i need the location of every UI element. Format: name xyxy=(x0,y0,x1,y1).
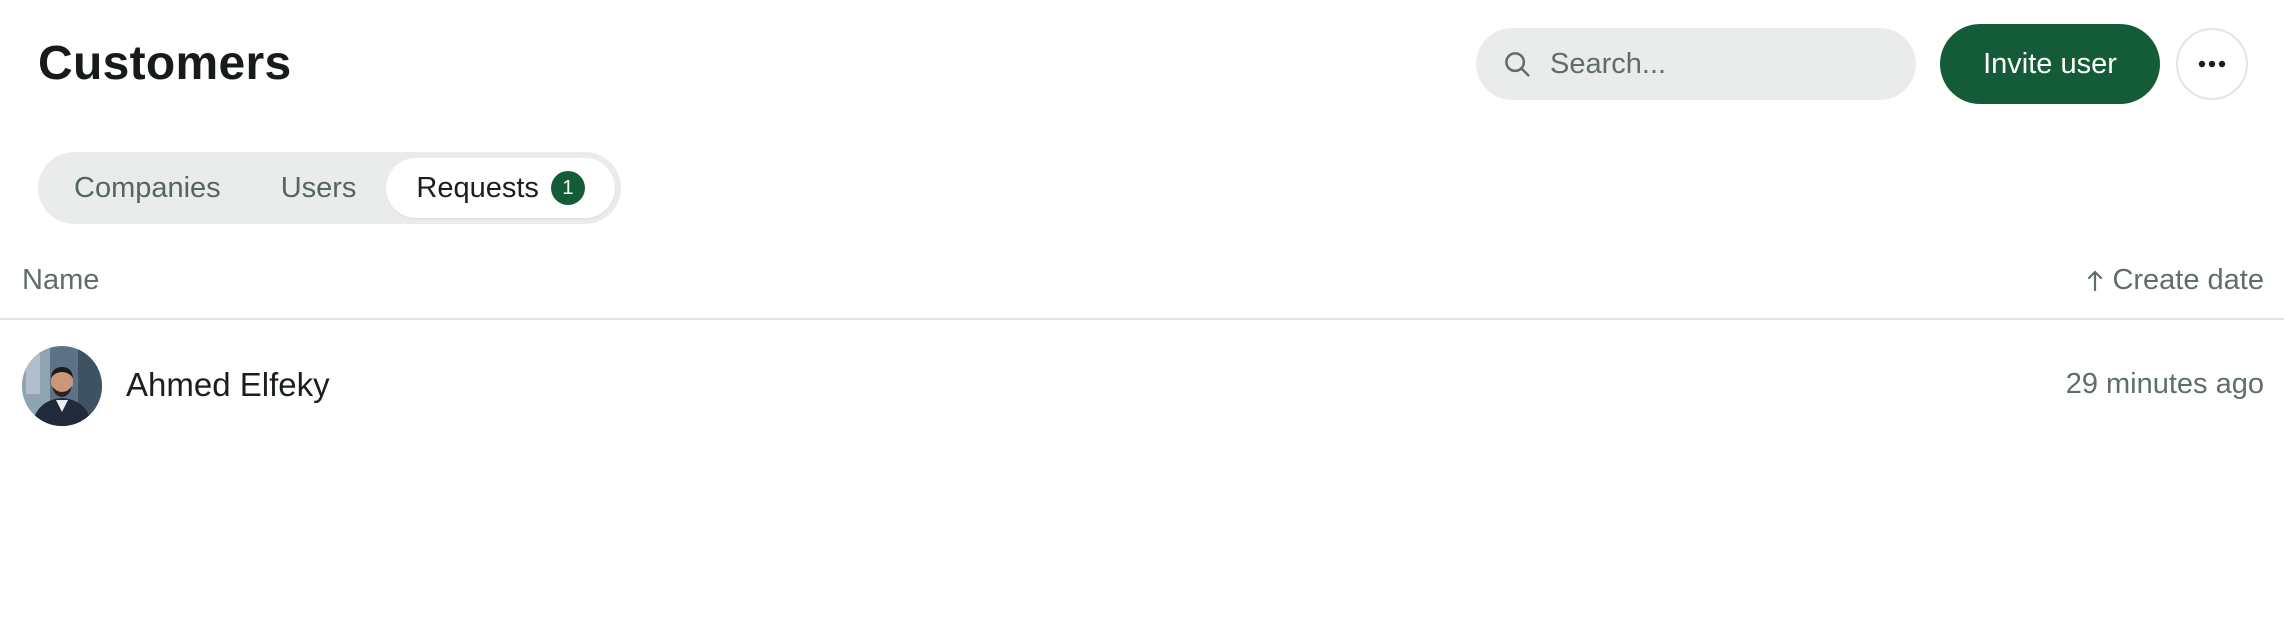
more-options-button[interactable] xyxy=(2176,28,2248,100)
tab-requests[interactable]: Requests 1 xyxy=(386,158,615,218)
column-header-label: Create date xyxy=(2112,264,2264,296)
column-header-create-date[interactable]: Create date xyxy=(2086,264,2264,297)
more-horizontal-icon xyxy=(2198,60,2226,68)
avatar xyxy=(22,346,102,426)
customers-page: Customers Invite user Companies Users xyxy=(0,0,2284,628)
invite-user-button[interactable]: Invite user xyxy=(1940,24,2160,104)
table-row[interactable]: Ahmed Elfeky 29 minutes ago xyxy=(0,322,2284,450)
tab-companies[interactable]: Companies xyxy=(44,158,251,218)
column-header-name[interactable]: Name xyxy=(22,264,99,297)
search-input[interactable] xyxy=(1550,47,1890,81)
table-header: Name Create date xyxy=(0,248,2284,320)
page-title: Customers xyxy=(38,37,292,90)
tab-label: Users xyxy=(280,171,357,204)
requests-count-badge: 1 xyxy=(550,171,585,205)
tab-users[interactable]: Users xyxy=(251,158,387,218)
search-icon xyxy=(1500,47,1534,81)
tab-bar: Companies Users Requests 1 xyxy=(38,152,621,224)
arrow-up-icon xyxy=(2086,269,2104,293)
created-time: 29 minutes ago xyxy=(2065,368,2264,400)
search-box[interactable] xyxy=(1476,28,1916,100)
tab-label: Companies xyxy=(74,171,221,204)
customer-name: Ahmed Elfeky xyxy=(126,366,330,403)
tab-label: Requests xyxy=(416,171,539,204)
